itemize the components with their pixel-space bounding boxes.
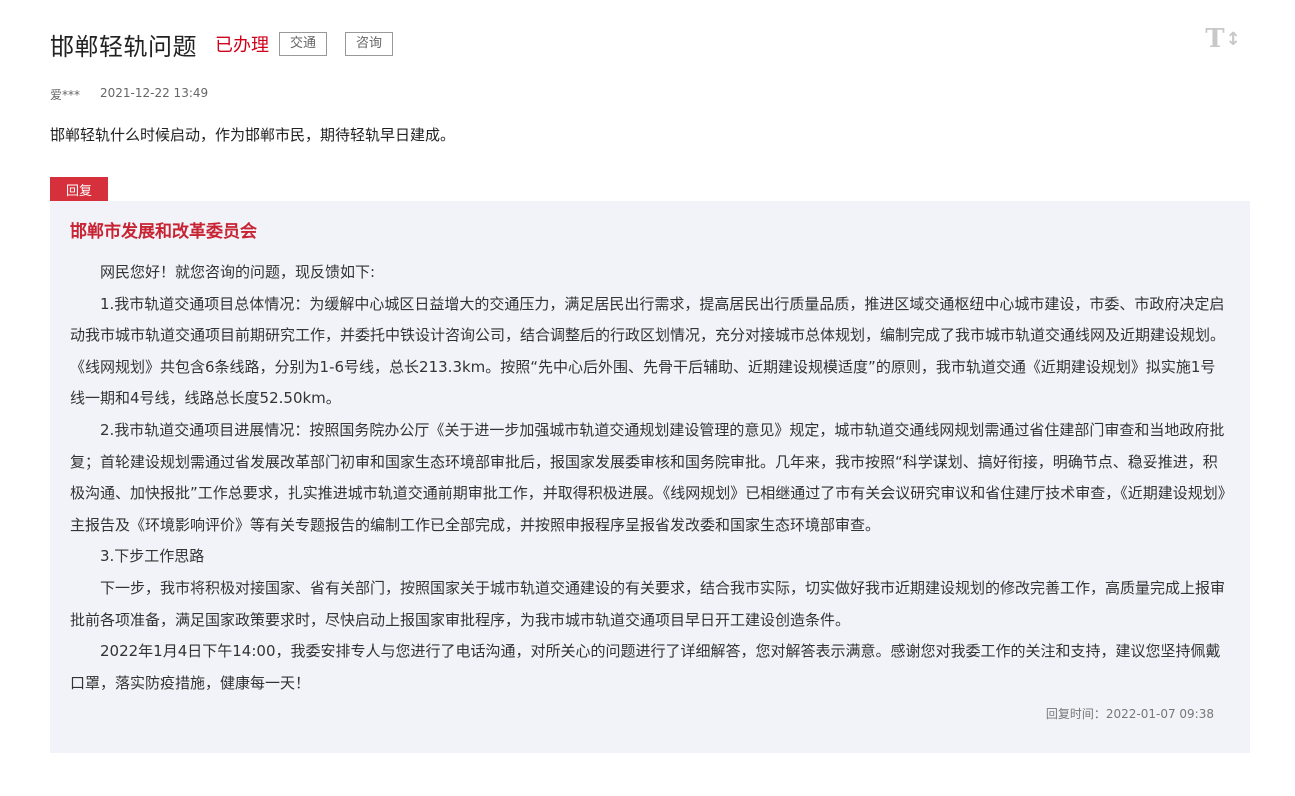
reply-paragraph: 2.我市轨道交通项目进展情况：按照国务院办公厅《关于进一步加强城市轨道交通规划建… <box>70 420 1226 534</box>
page-title: 邯郸轻轨问题 <box>50 32 197 61</box>
reply-paragraph: 1.我市轨道交通项目总体情况：为缓解中心城区日益增大的交通压力，满足居民出行需求… <box>70 294 1226 408</box>
reply-time-value: 2022-01-07 09:38 <box>1105 707 1214 721</box>
font-size-toggle-icon[interactable]: T ↕ <box>1205 24 1240 54</box>
category-tag-inquiry[interactable]: 咨询 <box>345 32 394 56</box>
post-meta: 爱*** 2021-12-22 13:49 <box>50 86 208 103</box>
reply-panel: 邯郸市发展和改革委员会 网民您好！就您咨询的问题，现反馈如下: 1.我市轨道交通… <box>50 201 1250 753</box>
reply-paragraph: 2022年1月4日下午14:00，我委安排专人与您进行了电话沟通，对所关心的问题… <box>70 642 1221 692</box>
reply-paragraph: 3.下步工作思路 <box>100 547 205 566</box>
reply-body: 网民您好！就您咨询的问题，现反馈如下: 1.我市轨道交通项目总体情况：为缓解中心… <box>70 257 1228 699</box>
reply-paragraph: 下一步，我市将积极对接国家、省有关部门，按照国家关于城市轨道交通建设的有关要求，… <box>70 578 1226 629</box>
status-label: 已办理 <box>215 35 269 56</box>
reply-timestamp: 回复时间：2022-01-07 09:38 <box>1046 705 1214 722</box>
reply-time-label: 回复时间： <box>1045 707 1106 721</box>
post-date: 2021-12-22 13:49 <box>100 86 209 100</box>
reply-organization: 邯郸市发展和改革委员会 <box>70 222 257 242</box>
page-header: 邯郸轻轨问题 已办理 交通 咨询 <box>50 26 394 62</box>
question-text: 邯郸轻轨什么时候启动，作为邯郸市民，期待轻轨早日建成。 <box>50 126 456 144</box>
reply-badge: 回复 <box>50 177 108 201</box>
category-tag-traffic[interactable]: 交通 <box>279 32 328 56</box>
reply-paragraph: 网民您好！就您咨询的问题，现反馈如下: <box>100 263 376 281</box>
author-name: 爱*** <box>50 88 81 102</box>
